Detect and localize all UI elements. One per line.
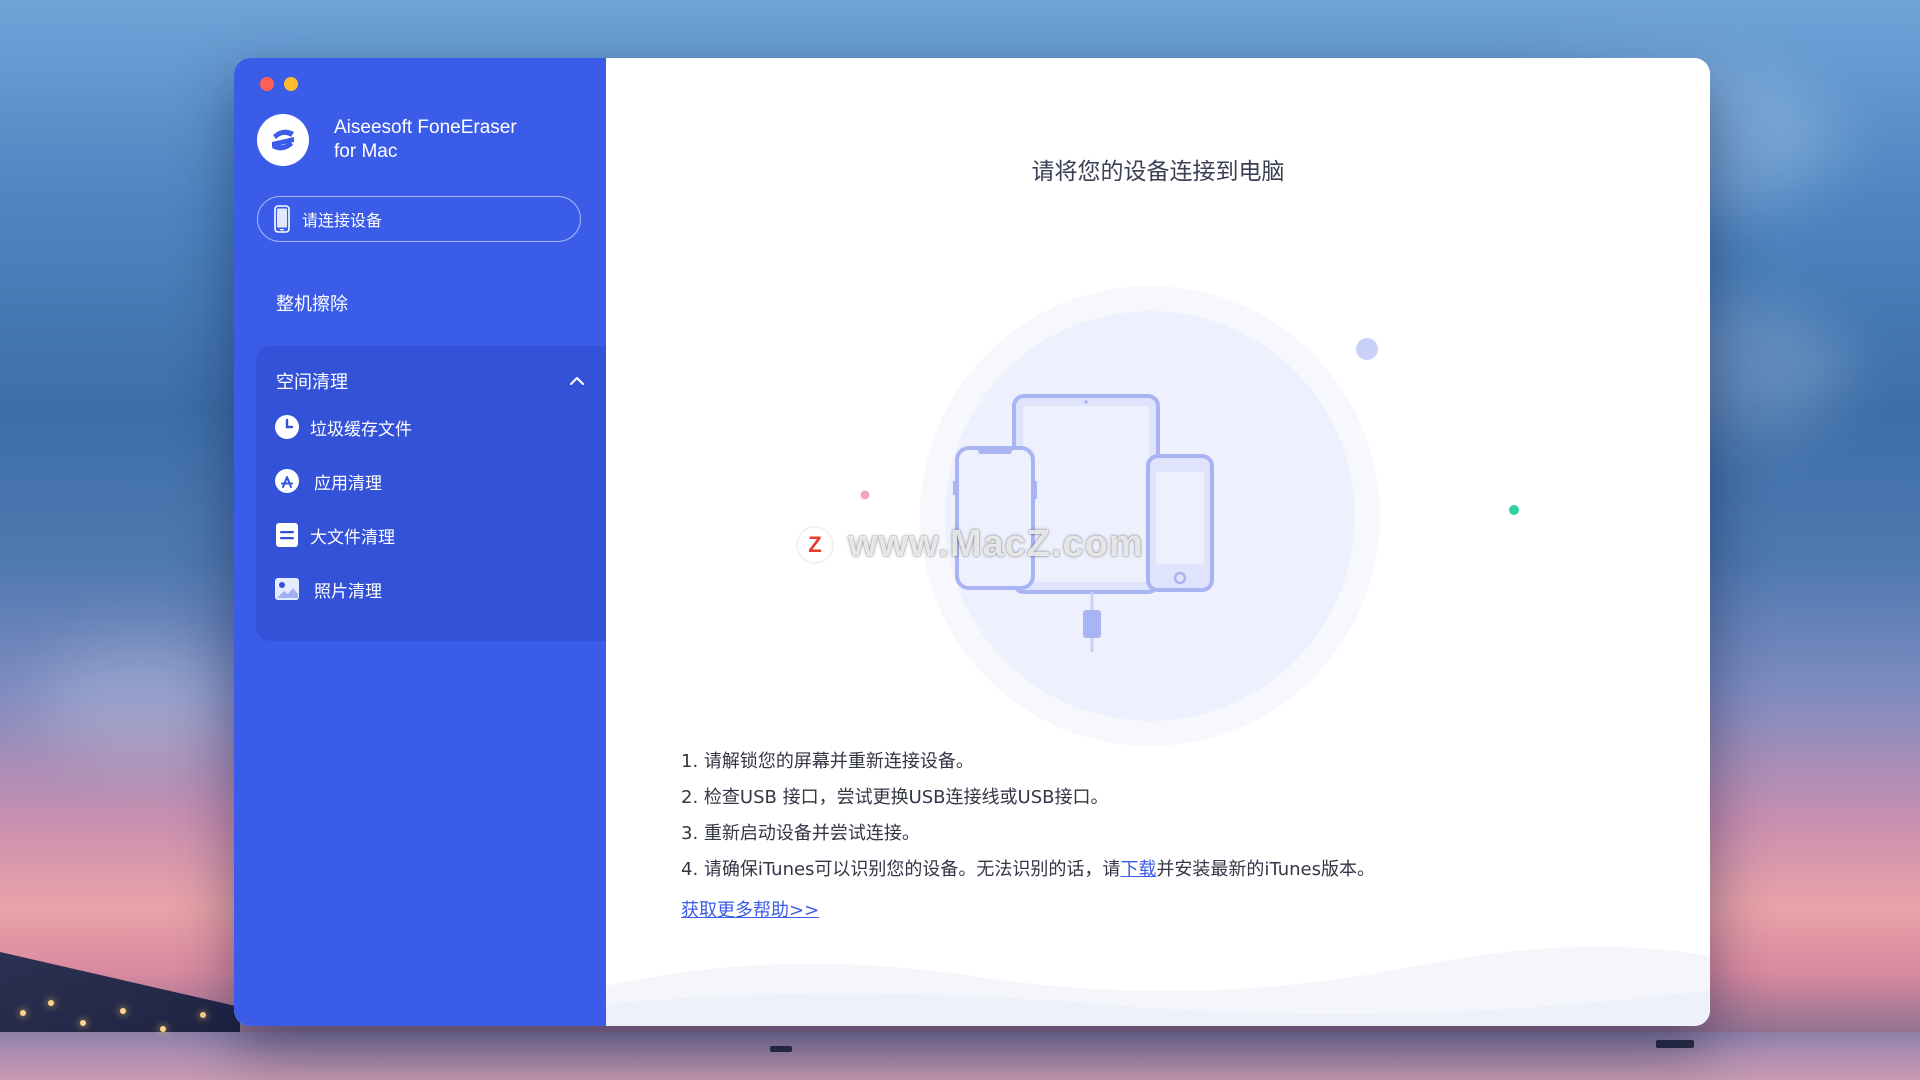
sidebar: Aiseesoft FoneEraser for Mac 请连接设备 整机擦除 … — [234, 58, 606, 1026]
junk-cache-files-item[interactable]: 垃圾缓存文件 — [274, 414, 412, 440]
erase-all-nav-item[interactable]: 整机擦除 — [276, 290, 348, 316]
download-itunes-link[interactable]: 下载 — [1120, 859, 1156, 880]
app-cleanup-label: 应用清理 — [314, 473, 382, 494]
clock-icon — [274, 414, 300, 440]
document-icon — [274, 522, 300, 548]
photo-cleanup-item[interactable]: 照片清理 — [274, 576, 382, 602]
site-watermark: Z www.MacZ.com — [796, 523, 1144, 566]
space-cleanup-section: 空间清理 垃圾缓存文件 应用清理 大文件清理 照片清理 — [256, 346, 606, 641]
app-window: Aiseesoft FoneEraser for Mac 请连接设备 整机擦除 … — [234, 58, 1710, 1026]
junk-cache-files-label: 垃圾缓存文件 — [310, 419, 412, 440]
devices-illustration — [860, 286, 1519, 746]
main-content: 请将您的设备连接到电脑 Z www.MacZ.com 1. 请解锁您的屏幕并重新… — [606, 58, 1710, 1026]
connect-device-title: 请将您的设备连接到电脑 — [1031, 159, 1285, 185]
troubleshooting-steps: 1. 请解锁您的屏幕并重新连接设备。 2. 检查USB 接口，尝试更换USB连接… — [681, 744, 1375, 888]
step-4-text-before: 4. 请确保iTunes可以识别您的设备。无法识别的话，请 — [681, 859, 1121, 880]
connect-device-button[interactable]: 请连接设备 — [257, 196, 581, 242]
window-controls — [260, 77, 298, 91]
space-cleanup-title: 空间清理 — [276, 372, 348, 393]
photo-cleanup-label: 照片清理 — [314, 581, 382, 602]
app-store-icon — [274, 468, 300, 494]
step-4: 4. 请确保iTunes可以识别您的设备。无法识别的话，请下载并安装最新的iTu… — [681, 852, 1375, 888]
app-logo-icon — [257, 114, 309, 166]
chevron-up-icon[interactable] — [568, 372, 586, 390]
app-cleanup-item[interactable]: 应用清理 — [274, 468, 382, 494]
app-brand: Aiseesoft FoneEraser for Mac — [257, 114, 517, 166]
watermark-logo: Z — [796, 525, 834, 564]
minimize-window-button[interactable] — [284, 77, 298, 91]
step-2: 2. 检查USB 接口，尝试更换USB连接线或USB接口。 — [681, 787, 1109, 808]
step-4-text-after: 并安装最新的iTunes版本。 — [1156, 859, 1375, 880]
photo-icon — [274, 576, 300, 602]
step-3: 3. 重新启动设备并尝试连接。 — [681, 823, 920, 844]
step-1: 1. 请解锁您的屏幕并重新连接设备。 — [681, 751, 974, 772]
large-file-cleanup-item[interactable]: 大文件清理 — [274, 522, 395, 548]
more-help-link[interactable]: 获取更多帮助>> — [681, 896, 819, 922]
app-name: Aiseesoft FoneEraser for Mac — [334, 116, 517, 164]
app-name-line1: Aiseesoft FoneEraser — [334, 117, 517, 138]
connect-device-label: 请连接设备 — [302, 211, 383, 230]
phone-icon — [274, 205, 290, 233]
watermark-text: www.MacZ.com — [848, 523, 1144, 565]
close-window-button[interactable] — [260, 77, 274, 91]
large-file-cleanup-label: 大文件清理 — [310, 527, 395, 548]
space-cleanup-header[interactable]: 空间清理 — [276, 368, 586, 394]
app-name-line2: for Mac — [334, 141, 398, 162]
